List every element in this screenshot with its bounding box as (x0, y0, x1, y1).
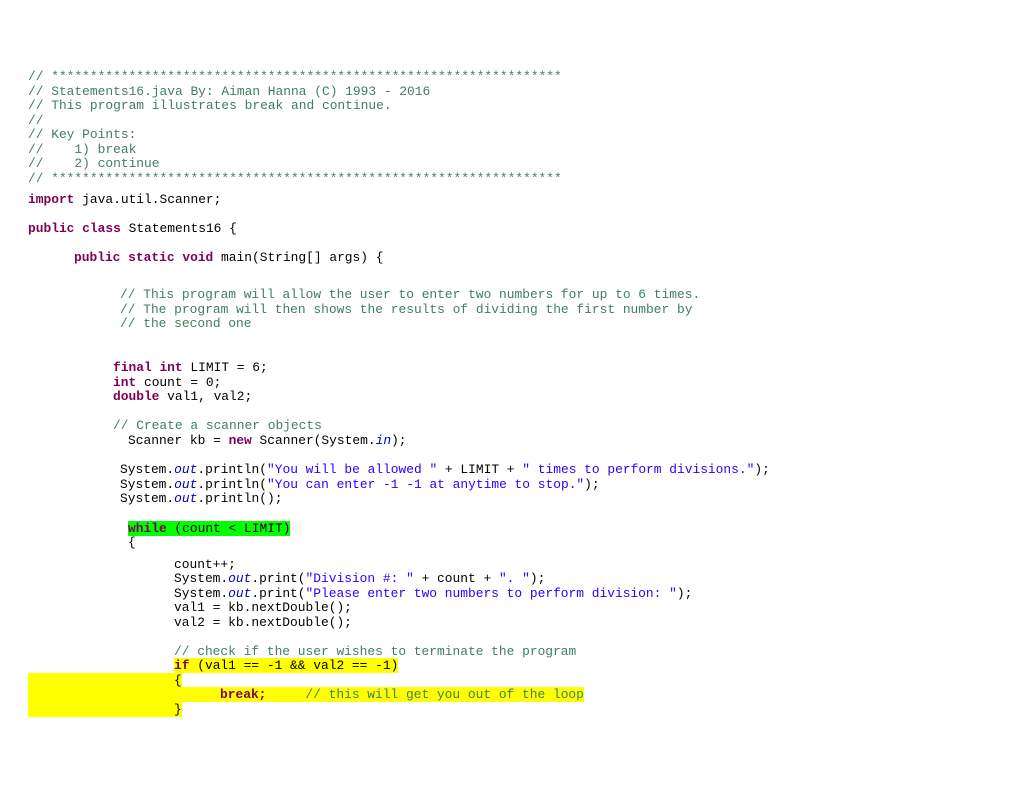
intro-comment-line: // The program will then shows the resul… (120, 302, 693, 317)
print-mid: .print( (251, 571, 306, 586)
print-division-line: System.out.print("Division #: " + count … (174, 571, 545, 586)
header-comment-line: // Statements16.java By: Aiman Hanna (C)… (28, 84, 431, 99)
count-rest: count = 0; (136, 375, 222, 390)
if-condition: (val1 == -1 && val2 == -1) (189, 658, 399, 673)
count-declaration: int count = 0; (113, 375, 221, 390)
import-path: java.util.Scanner; (74, 192, 222, 207)
if-close-brace-line: } (28, 702, 182, 717)
println-mid: .println( (197, 462, 267, 477)
limit-declaration: final int LIMIT = 6; (113, 360, 268, 375)
print-mid: .print( (251, 586, 306, 601)
println-mid: .println(); (197, 491, 283, 506)
keyword-class: class (82, 221, 121, 236)
print-pre: System. (174, 571, 229, 586)
highlighted-break: break; // this will get you out of the lo… (28, 687, 584, 702)
string-literal: "You can enter -1 -1 at anytime to stop.… (267, 477, 585, 492)
field-in: in (375, 433, 392, 448)
class-name: Statements16 { (120, 221, 237, 236)
keyword-public: public (28, 221, 75, 236)
field-out: out (228, 586, 252, 601)
println-mid: .println( (197, 477, 267, 492)
header-comment-line: // *************************************… (28, 171, 562, 186)
scanner-comment: // Create a scanner objects (113, 418, 322, 433)
vals-rest: val1, val2; (159, 389, 253, 404)
keyword-public: public (74, 250, 121, 265)
keyword-int: int (159, 360, 183, 375)
println-pre: System. (120, 477, 175, 492)
main-method-declaration: public static void main(String[] args) { (74, 250, 383, 265)
scanner-mid: Scanner(System. (251, 433, 376, 448)
print-post: ); (529, 571, 546, 586)
header-comment-line: // (28, 113, 44, 128)
while-condition: (count < LIMIT) (166, 521, 291, 536)
keyword-while: while (128, 521, 167, 536)
keyword-import: import (28, 192, 75, 207)
header-comment-line: // Key Points: (28, 127, 137, 142)
if-line: if (val1 == -1 && val2 == -1) (174, 658, 399, 673)
header-comment-line: // 1) break (28, 142, 137, 157)
print-please-line: System.out.print("Please enter two numbe… (174, 586, 692, 601)
check-comment: // check if the user wishes to terminate… (174, 644, 577, 659)
field-out: out (228, 571, 252, 586)
field-out: out (174, 477, 198, 492)
keyword-static: static (128, 250, 175, 265)
scanner-pre: Scanner kb = (128, 433, 229, 448)
println-line: System.out.println(); (120, 491, 282, 506)
vals-declaration: double val1, val2; (113, 389, 252, 404)
string-literal: "Please enter two numbers to perform div… (305, 586, 677, 601)
scanner-post: ); (391, 433, 407, 448)
if-open-brace: { (174, 673, 182, 688)
method-signature: main(String[] args) { (213, 250, 384, 265)
highlighted-if: if (val1 == -1 && val2 == -1) (174, 658, 399, 673)
println-pre: System. (120, 462, 175, 477)
keyword-final: final (113, 360, 152, 375)
field-out: out (174, 462, 198, 477)
print-post: ); (676, 586, 693, 601)
class-declaration: public class Statements16 { (28, 221, 237, 236)
val2-assignment: val2 = kb.nextDouble(); (174, 615, 352, 630)
highlighted-brace: } (28, 702, 182, 717)
concat-op: + LIMIT + (437, 462, 523, 477)
print-pre: System. (174, 586, 229, 601)
highlighted-while: while (count < LIMIT) (128, 521, 291, 536)
println-post: ); (754, 462, 770, 477)
string-literal: ". " (498, 571, 530, 586)
if-close-brace: } (174, 702, 182, 717)
println-line: System.out.println("You will be allowed … (120, 462, 770, 477)
highlighted-brace: { (28, 673, 182, 688)
concat-op: + count + (413, 571, 499, 586)
keyword-double: double (113, 389, 160, 404)
string-literal: "You will be allowed " (267, 462, 438, 477)
keyword-void: void (182, 250, 214, 265)
intro-comment-line: // This program will allow the user to e… (120, 287, 701, 302)
keyword-if: if (174, 658, 190, 673)
scanner-line: Scanner kb = new Scanner(System.in); (128, 433, 407, 448)
code-document: // *************************************… (0, 0, 1020, 788)
string-literal: " times to perform divisions." (522, 462, 755, 477)
header-comment-line: // This program illustrates break and co… (28, 98, 392, 113)
header-comment-line: // *************************************… (28, 69, 562, 84)
break-comment: // this will get you out of the loop (305, 687, 584, 702)
header-comment-line: // 2) continue (28, 156, 160, 171)
println-post: ); (584, 477, 600, 492)
break-line: break; // this will get you out of the lo… (28, 687, 584, 702)
println-line: System.out.println("You can enter -1 -1 … (120, 477, 600, 492)
limit-rest: LIMIT = 6; (182, 360, 268, 375)
keyword-new: new (228, 433, 252, 448)
while-line: while (count < LIMIT) (128, 521, 291, 536)
keyword-int: int (113, 375, 137, 390)
intro-comment-line: // the second one (120, 316, 252, 331)
val1-assignment: val1 = kb.nextDouble(); (174, 600, 352, 615)
keyword-break: break; (220, 687, 267, 702)
count-increment: count++; (174, 557, 236, 572)
field-out: out (174, 491, 198, 506)
if-open-brace-line: { (28, 673, 182, 688)
string-literal: "Division #: " (305, 571, 414, 586)
while-open-brace: { (128, 535, 136, 550)
println-pre: System. (120, 491, 175, 506)
import-statement: import java.util.Scanner; (28, 192, 221, 207)
